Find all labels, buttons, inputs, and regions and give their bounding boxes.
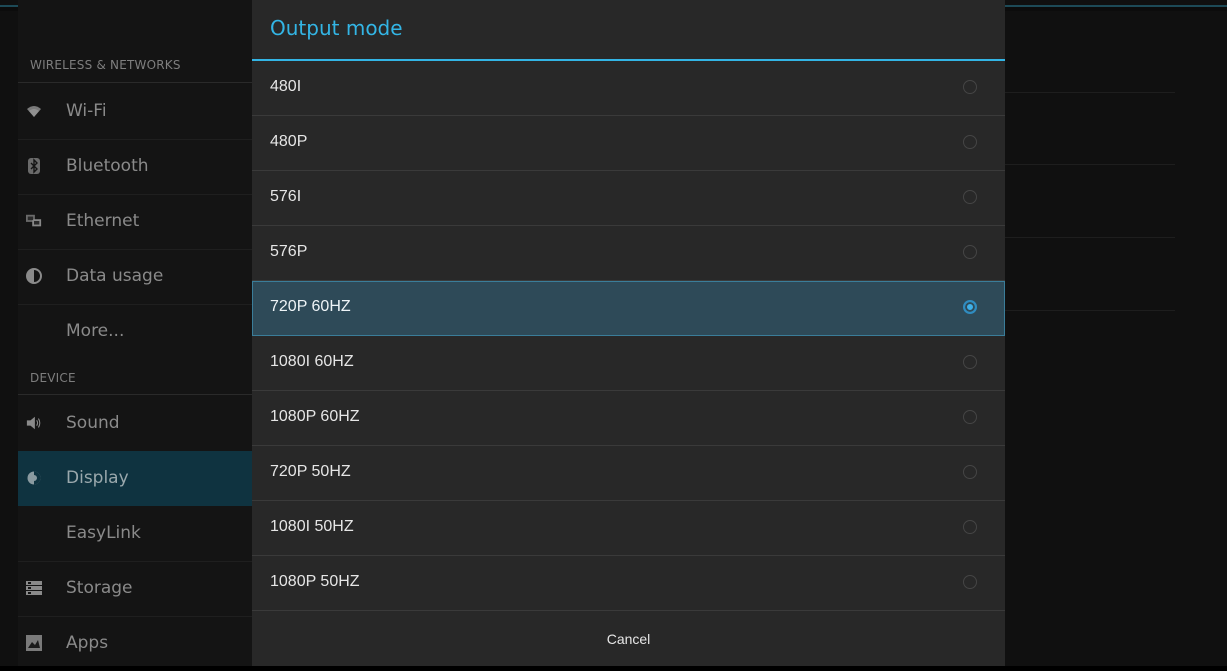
option-label: 720P 50HZ [270, 463, 351, 480]
screen: WIRELESS & NETWORKS Wi-Fi Bluetooth Ethe… [0, 0, 1227, 666]
background-divider [1005, 164, 1175, 165]
option-720p-50hz[interactable]: 720P 50HZ [252, 446, 1005, 501]
bluetooth-icon [26, 158, 42, 174]
option-720p-60hz[interactable]: 720P 60HZ [252, 281, 1005, 336]
settings-sidebar: WIRELESS & NETWORKS Wi-Fi Bluetooth Ethe… [18, 0, 252, 666]
sidebar-item-label: Storage [66, 578, 133, 598]
brightness-icon [26, 470, 42, 486]
option-label: 1080I 60HZ [270, 353, 354, 370]
option-label: 576P [270, 243, 308, 260]
sidebar-item-apps[interactable]: Apps [18, 616, 252, 671]
radio-button[interactable] [963, 80, 977, 94]
output-mode-dialog: Output mode 480I 480P 576I 576P 720P 60H… [252, 0, 1005, 666]
option-label: 480I [270, 78, 302, 95]
option-label: 720P 60HZ [270, 298, 351, 315]
sidebar-item-label: Apps [66, 633, 109, 653]
radio-button[interactable] [963, 245, 977, 259]
option-1080p-50hz[interactable]: 1080P 50HZ [252, 556, 1005, 611]
sidebar-item-label: EasyLink [66, 523, 141, 543]
option-480p[interactable]: 480P [252, 116, 1005, 171]
option-1080p-60hz[interactable]: 1080P 60HZ [252, 391, 1005, 446]
option-label: 1080I 50HZ [270, 518, 354, 535]
section-rule [18, 82, 252, 83]
radio-button[interactable] [963, 190, 977, 204]
option-480i[interactable]: 480I [252, 61, 1005, 116]
background-divider [1005, 92, 1175, 93]
sidebar-item-label: Wi-Fi [66, 101, 107, 121]
option-label: 1080P 60HZ [270, 408, 360, 425]
section-rule [18, 394, 252, 395]
sidebar-item-display[interactable]: Display [18, 451, 252, 506]
ethernet-icon [26, 213, 42, 229]
radio-button[interactable] [963, 575, 977, 589]
data-usage-icon [26, 268, 42, 284]
sidebar-item-data-usage[interactable]: Data usage [18, 249, 252, 304]
sidebar-item-label: Ethernet [66, 211, 140, 231]
option-576i[interactable]: 576I [252, 171, 1005, 226]
sidebar-item-wifi[interactable]: Wi-Fi [18, 84, 252, 139]
sidebar-item-label: Display [66, 468, 129, 488]
dialog-button-bar: Cancel [252, 610, 1005, 666]
radio-button[interactable] [963, 520, 977, 534]
radio-button[interactable] [963, 135, 977, 149]
option-label: 480P [270, 133, 308, 150]
wifi-icon [26, 103, 42, 119]
storage-icon [26, 580, 42, 596]
sidebar-item-easylink[interactable]: EasyLink [18, 506, 252, 561]
section-header-device: DEVICE [30, 371, 76, 385]
radio-button[interactable] [963, 410, 977, 424]
cancel-button[interactable]: Cancel [252, 611, 1005, 667]
sidebar-item-label: Bluetooth [66, 156, 149, 176]
section-header-wireless: WIRELESS & NETWORKS [30, 58, 181, 72]
radio-button[interactable] [963, 465, 977, 479]
radio-button-selected[interactable] [963, 300, 977, 314]
sidebar-item-storage[interactable]: Storage [18, 561, 252, 616]
sidebar-item-more[interactable]: More... [18, 304, 252, 359]
speaker-icon [26, 415, 42, 431]
apps-icon [26, 635, 42, 651]
sidebar-item-ethernet[interactable]: Ethernet [18, 194, 252, 249]
background-divider [1005, 237, 1175, 238]
dialog-title: Output mode [270, 16, 403, 40]
option-576p[interactable]: 576P [252, 226, 1005, 281]
sidebar-item-sound[interactable]: Sound [18, 396, 252, 451]
radio-button[interactable] [963, 355, 977, 369]
option-1080i-50hz[interactable]: 1080I 50HZ [252, 501, 1005, 556]
background-divider [1005, 310, 1175, 311]
sidebar-item-label: Sound [66, 413, 120, 433]
option-label: 1080P 50HZ [270, 573, 360, 590]
sidebar-item-label: Data usage [66, 266, 164, 286]
sidebar-item-bluetooth[interactable]: Bluetooth [18, 139, 252, 194]
sidebar-item-label: More... [66, 321, 125, 341]
option-label: 576I [270, 188, 302, 205]
option-1080i-60hz[interactable]: 1080I 60HZ [252, 336, 1005, 391]
